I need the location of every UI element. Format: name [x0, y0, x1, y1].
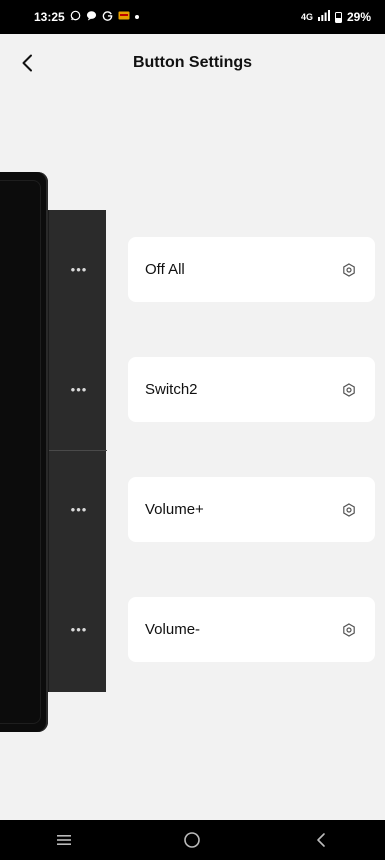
sms-icon	[118, 11, 130, 23]
settings-gear-icon[interactable]	[341, 382, 357, 398]
header: Button Settings	[0, 34, 385, 94]
button-label: Volume-	[145, 621, 201, 638]
button-setting-volume-up[interactable]: Volume+	[128, 477, 375, 542]
recent-apps-icon	[57, 835, 72, 845]
button-setting-volume-down[interactable]: Volume-	[128, 597, 375, 662]
button-label: Off All	[145, 261, 185, 278]
battery-icon	[334, 11, 342, 23]
battery-percentage: 29%	[346, 10, 371, 24]
status-right: 4G 29%	[301, 10, 371, 24]
home-button[interactable]	[172, 825, 212, 855]
button-1-indicator[interactable]: •••	[69, 263, 89, 276]
status-bar: 13:25 4G 29%	[0, 0, 385, 34]
button-3-indicator[interactable]: •••	[69, 503, 89, 516]
settings-gear-icon[interactable]	[341, 262, 357, 278]
page-title: Button Settings	[132, 54, 253, 71]
settings-gear-icon[interactable]	[341, 502, 357, 518]
button-label: Volume+	[145, 501, 204, 518]
signal-icon	[317, 10, 330, 24]
google-icon	[102, 10, 113, 24]
button-4-indicator[interactable]: •••	[69, 623, 89, 636]
screen: 13:25 4G 29% Button Settings ••• ••• •••…	[0, 0, 385, 860]
notification-dot	[134, 15, 139, 19]
plate-divider	[49, 450, 107, 451]
status-time: 13:25	[34, 10, 65, 24]
home-icon	[184, 832, 201, 848]
whatsapp-icon	[70, 10, 81, 24]
navigation-bar	[0, 820, 385, 860]
back-icon	[317, 833, 325, 847]
nav-back-button[interactable]	[301, 825, 341, 855]
button-2-indicator[interactable]: •••	[69, 383, 89, 396]
chat-icon	[86, 10, 97, 24]
network-type: 4G	[300, 12, 313, 22]
recent-apps-button[interactable]	[44, 825, 84, 855]
button-label: Switch2	[145, 381, 198, 398]
button-setting-off-all[interactable]: Off All	[128, 237, 375, 302]
settings-gear-icon[interactable]	[341, 622, 357, 638]
status-left: 13:25	[34, 10, 139, 24]
device-panel-image	[0, 172, 48, 732]
button-setting-switch2[interactable]: Switch2	[128, 357, 375, 422]
switch-plate: ••• ••• ••• •••	[48, 210, 107, 692]
